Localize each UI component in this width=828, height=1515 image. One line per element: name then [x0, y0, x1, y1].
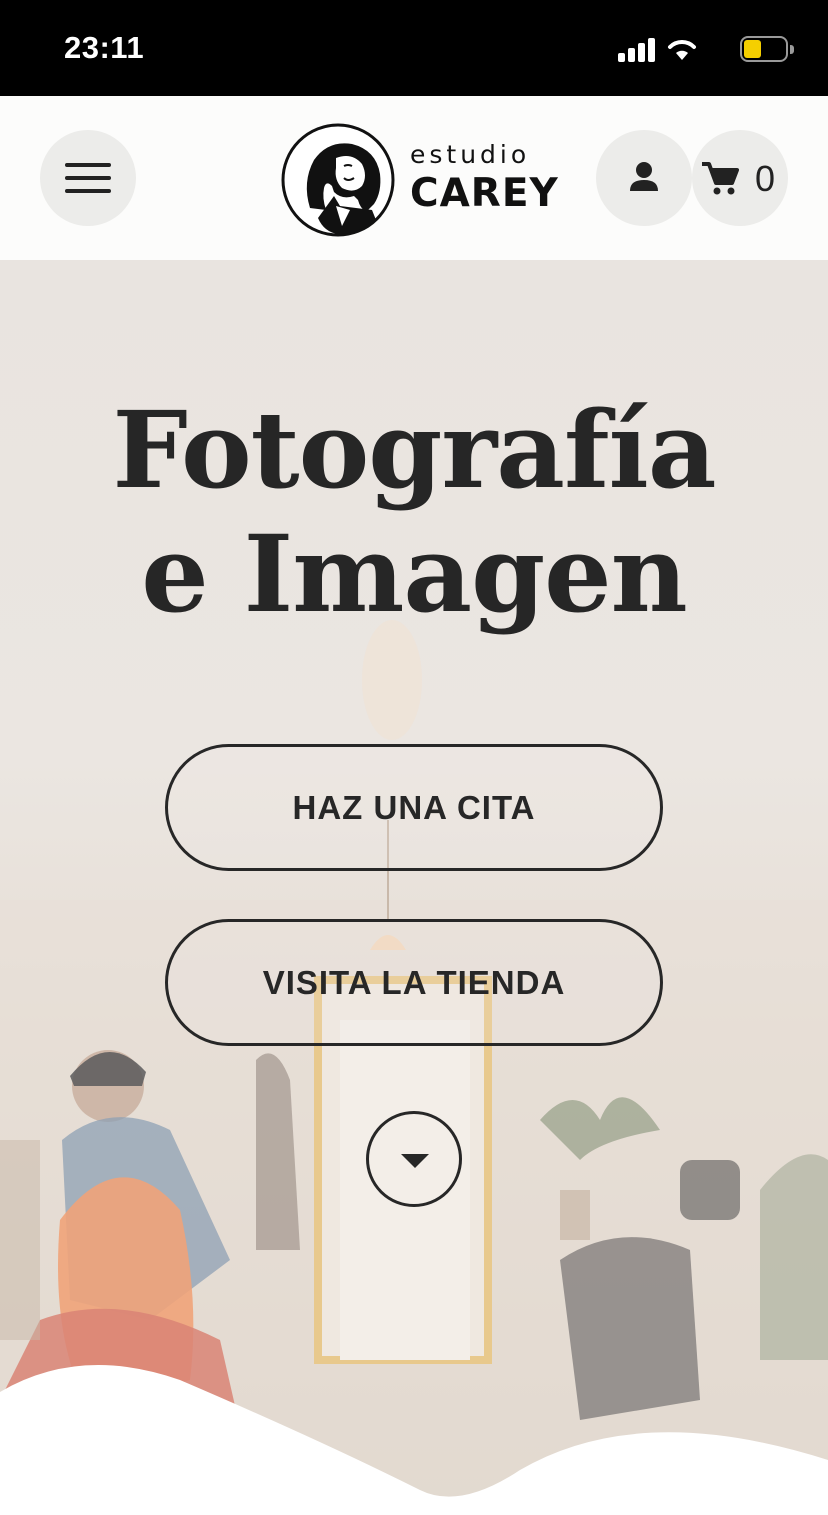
wave-divider: [0, 1365, 828, 1515]
battery-icon: [740, 36, 794, 62]
account-button[interactable]: [596, 130, 692, 226]
hamburger-menu-icon: [65, 163, 111, 167]
book-appointment-button[interactable]: HAZ UNA CITA: [165, 744, 663, 871]
logo-text-carey: CAREY: [410, 171, 559, 216]
user-icon: [630, 162, 658, 191]
hero-title-line1: Fotografía: [112, 387, 716, 512]
logo-text-estudio: estudio: [410, 140, 531, 169]
wifi-icon: [668, 40, 696, 60]
site-logo[interactable]: estudio CAREY: [280, 122, 558, 238]
signal-icon: [618, 38, 656, 62]
logo-mark: [281, 123, 395, 237]
menu-button[interactable]: [40, 130, 136, 226]
hero-section: Fotografía e Imagen HAZ UNA CITA VISITA …: [0, 260, 828, 1515]
visit-shop-button[interactable]: VISITA LA TIENDA: [165, 919, 663, 1046]
status-time: 23:11: [64, 30, 145, 65]
hero-title: Fotografía e Imagen: [0, 388, 828, 636]
hero-title-line2: e Imagen: [141, 511, 687, 636]
cart-count: 0: [755, 158, 776, 199]
site-header: 0 estudio CAREY: [0, 96, 828, 260]
status-bar: 23:11: [0, 0, 828, 96]
chevron-down-icon: [401, 1154, 429, 1168]
scroll-down-button[interactable]: [366, 1111, 462, 1207]
